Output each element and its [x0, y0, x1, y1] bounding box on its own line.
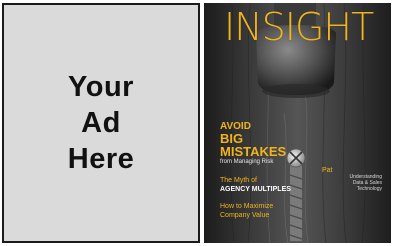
side-story-line-4: Technology	[356, 186, 382, 192]
magazine-cover[interactable]: INSIGHT AVOID BIG MISTAKES from Managing…	[204, 3, 391, 243]
ad-text-line-2: Ad	[81, 107, 121, 139]
story-2-line-1: The Myth of	[220, 177, 257, 184]
cover-story-3: How to Maximize Company Value	[220, 202, 273, 220]
ad-placeholder[interactable]: Your Ad Here	[2, 3, 200, 243]
headline-subtitle: from Managing Risk	[220, 159, 274, 165]
ad-text-line-1: Your	[68, 71, 134, 103]
ad-text-line-3: Here	[67, 143, 135, 175]
cover-side-story: Pat Understanding Data & Sales Technolog…	[322, 167, 382, 192]
story-3-line-2: Company Value	[220, 212, 270, 219]
page: Your Ad Here INSIGHT AVOID BIG MISTAKES …	[0, 0, 393, 246]
cover-story-2: The Myth of AGENCY MULTIPLES	[220, 176, 291, 194]
magazine-title: INSIGHT	[224, 5, 374, 49]
headline-line-3: MISTAKES	[220, 144, 287, 159]
story-2-line-2: AGENCY MULTIPLES	[220, 186, 291, 193]
cover-headline: AVOID BIG MISTAKES from Managing Risk	[220, 121, 286, 167]
story-3-line-1: How to Maximize	[220, 203, 274, 210]
